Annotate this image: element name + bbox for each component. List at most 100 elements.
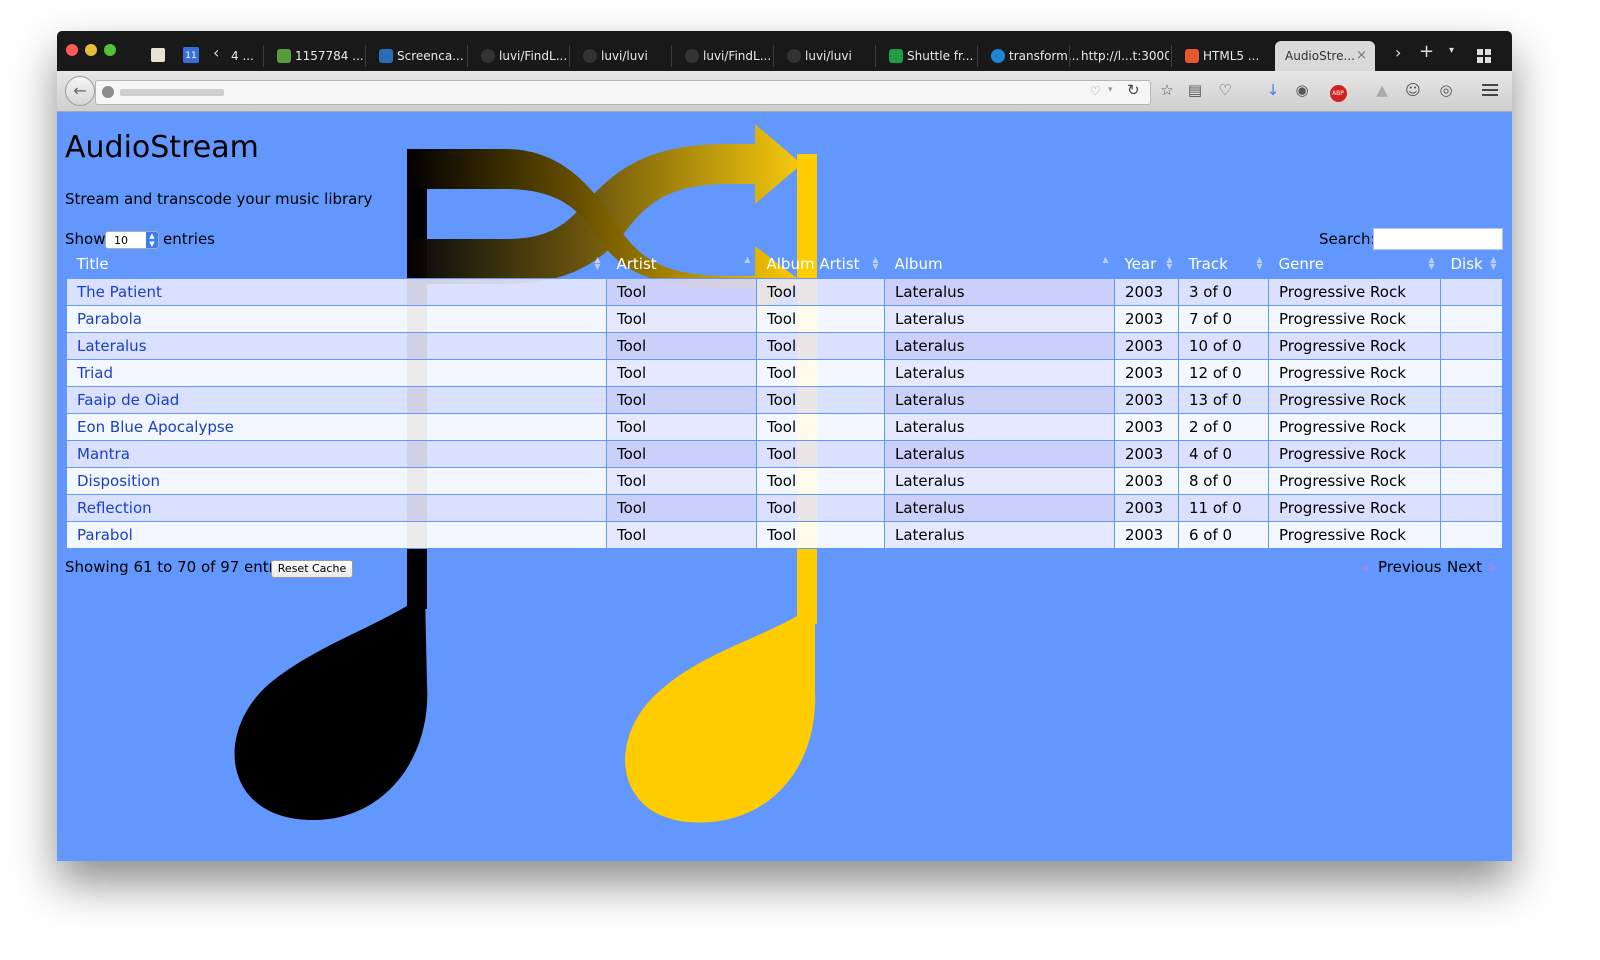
adblock-icon[interactable]: ABP [1327,79,1349,102]
url-dropdown-icon[interactable]: ▾ [1108,85,1113,95]
maximize-window-icon[interactable] [104,44,116,56]
track-title-link[interactable]: Lateralus [77,337,147,355]
col-header-year[interactable]: Year ▲ ▼ [1115,250,1179,279]
cell-genre: Progressive Rock [1268,521,1441,549]
tab-separator [1171,45,1172,67]
table-row: Parabol Tool Tool Lateralus 2003 6 of 0 … [66,521,1503,549]
page-content: AudioStream Stream and transcode your mu… [57,112,1512,861]
tabs-scroll-left-icon[interactable]: ‹ [213,43,219,62]
cell-track: 13 of 0 [1178,386,1269,414]
chat-icon[interactable]: ☺ [1402,79,1424,101]
col-header-disk[interactable]: Disk ▲ ▼ [1441,250,1503,279]
track-title-link[interactable]: Reflection [77,499,152,517]
tab[interactable]: transform... [979,41,1079,71]
col-header-artist[interactable]: Artist ▲ [607,250,757,279]
back-button[interactable]: ← [65,76,95,106]
table-row: Lateralus Tool Tool Lateralus 2003 10 of… [66,332,1503,360]
tab[interactable]: http://l...t:3000/ [1071,41,1169,71]
search-input[interactable] [1373,228,1503,250]
download-icon[interactable]: ↓ [1262,79,1284,101]
nav-toolbar: ← ♡ ▾ ↻ ☆ ▤ ♡ ↓ ◉ ABP ▲ ☺ ◎ [57,71,1512,112]
minimize-window-icon[interactable] [85,44,97,56]
calendar-pinned-icon[interactable]: 11 [183,47,199,63]
cell-genre: Progressive Rock [1268,494,1441,522]
tab[interactable]: 4 ... [229,41,261,71]
table-row: Faaip de Oiad Tool Tool Lateralus 2003 1… [66,386,1503,414]
col-header-album-artist[interactable]: Album Artist ▲ ▼ [757,250,885,279]
track-title-link[interactable]: The Patient [77,283,162,301]
globe-icon [102,86,114,98]
cell-track: 3 of 0 [1178,278,1269,306]
tab[interactable]: 1157784 ... [265,41,365,71]
reading-list-icon[interactable]: ▤ [1184,79,1206,101]
new-tab-icon[interactable]: + [1419,41,1434,62]
col-header-track[interactable]: Track ▲ ▼ [1179,250,1269,279]
tab[interactable]: Shuttle fr... [877,41,977,71]
track-title-link[interactable]: Eon Blue Apocalypse [77,418,234,436]
tab-separator [671,45,672,67]
tab-separator [1069,45,1070,67]
pinned-tab-icon[interactable] [151,48,165,62]
tab[interactable]: luvi/luvi [775,41,875,71]
cell-album: Lateralus [884,467,1115,495]
track-title-link[interactable]: Parabola [77,310,142,328]
url-bar[interactable]: ♡ ▾ ↻ [95,80,1151,105]
col-header-album[interactable]: Album ▲ [885,250,1115,279]
menu-icon[interactable] [1482,82,1498,98]
track-title-link[interactable]: Disposition [77,472,160,490]
track-title-link[interactable]: Mantra [77,445,130,463]
tab[interactable]: HTML5 ... [1173,41,1273,71]
compass-icon[interactable]: ◎ [1435,79,1457,101]
cell-disk [1440,386,1503,414]
close-window-icon[interactable] [66,44,78,56]
cell-title: Mantra [66,440,607,468]
cell-disk [1440,305,1503,333]
table-row: The Patient Tool Tool Lateralus 2003 3 o… [66,278,1503,306]
tab[interactable]: luvi/FindL... [469,41,569,71]
tab-label: 1157784 ... [295,49,364,63]
table-row: Mantra Tool Tool Lateralus 2003 4 of 0 P… [66,440,1503,468]
cell-title: Faaip de Oiad [66,386,607,414]
tab[interactable]: Screenca... [367,41,467,71]
tab-separator [977,45,978,67]
reload-icon[interactable]: ↻ [1127,81,1140,99]
tabs-scroll-right-icon[interactable]: › [1395,43,1401,62]
entries-length-value: 10 [114,234,128,247]
track-title-link[interactable]: Faaip de Oiad [77,391,179,409]
tab[interactable]: luvi/FindL... [673,41,773,71]
track-title-link[interactable]: Parabol [77,526,133,544]
tab-active[interactable]: AudioStre... × [1275,41,1375,71]
cell-album: Lateralus [884,440,1115,468]
table-header-row: Title ▲ ▼ Artist ▲ Album Artist ▲ ▼ Album ▲ Ye… [67,250,1503,279]
tab[interactable]: luvi/luvi [571,41,671,71]
bookmark-star-icon[interactable]: ☆ [1156,79,1178,101]
track-title-link[interactable]: Triad [77,364,113,382]
tab-groups-icon[interactable] [1477,48,1491,63]
cell-year: 2003 [1114,413,1179,441]
previous-button[interactable]: Previous [1378,558,1441,576]
cell-title: Eon Blue Apocalypse [66,413,607,441]
cell-year: 2003 [1114,332,1179,360]
tab-list-icon[interactable]: ▾ [1449,45,1454,56]
extension-icon[interactable]: ◉ [1291,79,1313,101]
cell-disk [1440,359,1503,387]
tab-label: luvi/FindL... [499,49,568,63]
pocket-toolbar-icon[interactable]: ♡ [1214,79,1236,101]
cell-album-artist: Tool [756,305,885,333]
tab-label: 4 ... [231,49,254,63]
entries-length-select[interactable]: 10 ▲ ▼ [105,231,159,249]
menu-icon-svg [1482,84,1498,96]
reset-cache-button[interactable]: Reset Cache [271,560,353,578]
table-row: Triad Tool Tool Lateralus 2003 12 of 0 P… [66,359,1503,387]
cell-artist: Tool [606,359,757,387]
cell-track: 4 of 0 [1178,440,1269,468]
cell-title: Lateralus [66,332,607,360]
pocket-icon[interactable]: ♡ [1090,84,1101,98]
extension-disabled-icon[interactable]: ▲ [1371,79,1393,101]
col-header-genre[interactable]: Genre ▲ ▼ [1269,250,1441,279]
close-tab-icon[interactable]: × [1356,41,1367,71]
col-header-title[interactable]: Title ▲ ▼ [67,250,607,279]
cell-track: 10 of 0 [1178,332,1269,360]
github-icon [583,49,597,63]
next-button[interactable]: Next [1447,558,1482,576]
